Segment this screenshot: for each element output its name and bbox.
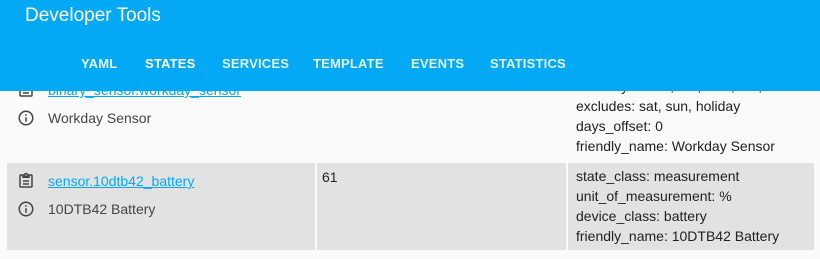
attribute-line: device_class: battery — [576, 208, 707, 224]
friendly-name: Workday Sensor — [48, 110, 152, 126]
app-header: Developer Tools YAML STATES SERVICES TEM… — [0, 0, 820, 91]
attribute-line: friendly_name: Workday Sensor — [576, 138, 775, 154]
attribute-line: unit_of_measurement: % — [576, 188, 732, 204]
state-cell: 61 — [317, 163, 566, 250]
tab-services[interactable]: SERVICES — [222, 56, 289, 71]
state-value: 61 — [322, 169, 338, 185]
tab-statistics[interactable]: STATISTICS — [490, 56, 566, 71]
entity-id-line: sensor.10dtb42_battery — [17, 172, 194, 190]
tab-template[interactable]: TEMPLATE — [313, 56, 384, 71]
friendly-name-line: 10DTB42 Battery — [17, 200, 155, 218]
friendly-name: 10DTB42 Battery — [48, 201, 156, 217]
entity-id-link[interactable]: sensor.10dtb42_battery — [48, 173, 194, 189]
tab-states[interactable]: STATES — [145, 56, 196, 71]
entity-cell: sensor.10dtb42_battery 10DTB42 Battery — [7, 163, 315, 250]
info-circle-icon[interactable] — [17, 200, 35, 218]
info-circle-icon[interactable] — [17, 109, 35, 127]
attribute-list: state_class: measurement unit_of_measure… — [576, 166, 779, 246]
table-row: sensor.10dtb42_battery 10DTB42 Battery 6… — [7, 163, 814, 250]
attribute-line: days_offset: 0 — [576, 118, 663, 134]
friendly-name-line: Workday Sensor — [17, 109, 151, 127]
attribute-line: state_class: measurement — [576, 168, 740, 184]
attributes-cell: state_class: measurement unit_of_measure… — [568, 163, 814, 250]
attribute-line: friendly_name: 10DTB42 Battery — [576, 228, 780, 244]
clipboard-icon[interactable] — [17, 172, 35, 190]
tab-yaml[interactable]: YAML — [81, 56, 117, 71]
attribute-line: excludes: sat, sun, holiday — [576, 98, 741, 114]
page-title: Developer Tools — [25, 5, 161, 26]
developer-tools-page: binary_sensor.workday_sensor Workday Sen… — [0, 0, 820, 259]
tab-events[interactable]: EVENTS — [411, 56, 464, 71]
